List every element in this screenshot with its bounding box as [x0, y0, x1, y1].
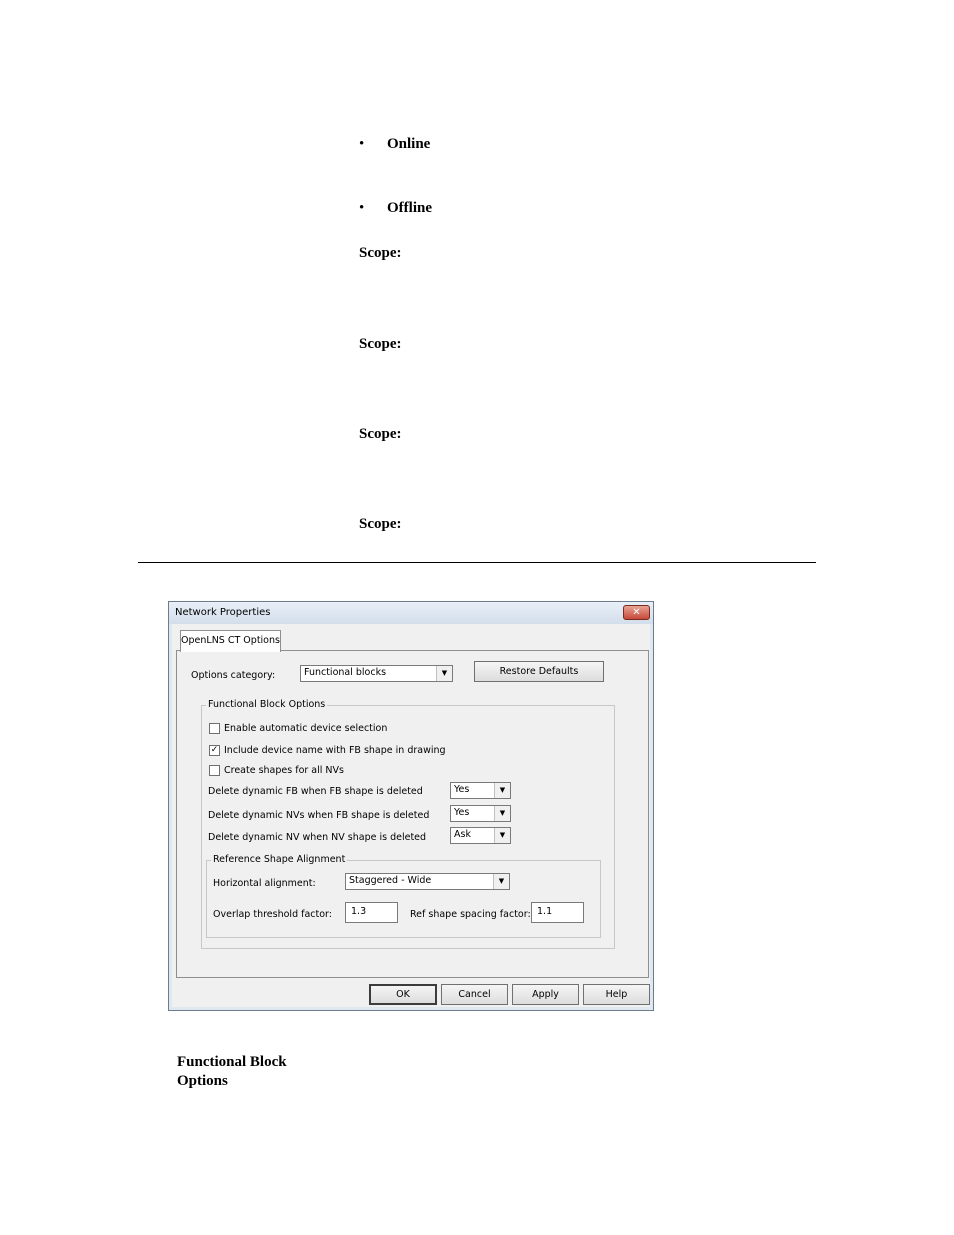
scope-label: Scope: [359, 426, 402, 442]
ref-shape-spacing-input[interactable]: 1.1 [531, 902, 584, 923]
horizontal-alignment-label: Horizontal alignment: [213, 878, 316, 889]
group-title: Functional Block Options [206, 699, 328, 710]
tab-panel: Options category: Functional blocks ▼ Re… [176, 650, 649, 978]
scope-label: Scope: [359, 336, 402, 352]
select-value: Staggered - Wide [349, 875, 432, 886]
tab-openlns-ct-options[interactable]: OpenLNS CT Options [180, 630, 281, 652]
delete-nv-label: Delete dynamic NV when NV shape is delet… [208, 832, 427, 843]
delete-fb-label: Delete dynamic FB when FB shape is delet… [208, 786, 423, 797]
scope-label: Scope: [359, 516, 402, 532]
caption-line-2: Options [177, 1073, 228, 1089]
bullet-online: Online [387, 136, 431, 152]
create-shapes-nvs-checkbox[interactable] [209, 765, 220, 776]
restore-defaults-button[interactable]: Restore Defaults [474, 661, 604, 682]
ok-button[interactable]: OK [369, 984, 437, 1005]
reference-shape-alignment-group: Reference Shape Alignment Horizontal ali… [206, 854, 601, 938]
scope-label: Scope: [359, 245, 402, 261]
chevron-down-icon: ▼ [493, 874, 509, 889]
options-category-label: Options category: [191, 670, 276, 681]
checkbox-label: Include device name with FB shape in dra… [224, 745, 446, 756]
input-value: 1.3 [351, 906, 367, 917]
cancel-button[interactable]: Cancel [441, 984, 508, 1005]
horizontal-rule [138, 562, 816, 563]
chevron-down-icon: ▼ [494, 783, 510, 798]
ref-shape-spacing-label: Ref shape spacing factor: [410, 909, 531, 920]
horizontal-alignment-select[interactable]: Staggered - Wide ▼ [345, 873, 510, 890]
help-button[interactable]: Help [583, 984, 650, 1005]
functional-block-options-group: Functional Block Options Enable automati… [201, 699, 615, 949]
overlap-threshold-input[interactable]: 1.3 [345, 902, 398, 923]
chevron-down-icon: ▼ [494, 828, 510, 843]
bullet-dot: • [359, 200, 365, 216]
delete-fb-select[interactable]: Yes ▼ [450, 782, 511, 799]
delete-nvs-select[interactable]: Yes ▼ [450, 805, 511, 822]
checkbox-label: Create shapes for all NVs [224, 765, 344, 776]
dialog-titlebar: Network Properties ✕ [169, 602, 653, 624]
dialog-title: Network Properties [175, 607, 271, 618]
chevron-down-icon: ▼ [494, 806, 510, 821]
select-value: Yes [454, 807, 470, 818]
overlap-threshold-label: Overlap threshold factor: [213, 909, 332, 920]
network-properties-dialog: Network Properties ✕ OpenLNS CT Options … [168, 601, 654, 1011]
select-value: Yes [454, 784, 470, 795]
include-device-name-checkbox[interactable]: ✓ [209, 745, 220, 756]
chevron-down-icon: ▼ [436, 666, 452, 681]
select-value: Ask [454, 829, 471, 840]
options-category-select[interactable]: Functional blocks ▼ [300, 665, 453, 682]
caption-line-1: Functional Block [177, 1054, 287, 1070]
checkmark-icon: ✓ [210, 745, 219, 755]
bullet-dot: • [359, 136, 365, 152]
input-value: 1.1 [537, 906, 553, 917]
close-button[interactable]: ✕ [623, 605, 650, 620]
dialog-client: OpenLNS CT Options Options category: Fun… [172, 624, 650, 1007]
checkbox-label: Enable automatic device selection [224, 723, 388, 734]
delete-nvs-label: Delete dynamic NVs when FB shape is dele… [208, 810, 430, 821]
close-icon: ✕ [632, 607, 641, 618]
group-title: Reference Shape Alignment [211, 854, 348, 865]
options-category-value: Functional blocks [304, 667, 387, 678]
bullet-offline: Offline [387, 200, 432, 216]
enable-auto-device-checkbox[interactable] [209, 723, 220, 734]
apply-button[interactable]: Apply [512, 984, 579, 1005]
delete-nv-select[interactable]: Ask ▼ [450, 827, 511, 844]
